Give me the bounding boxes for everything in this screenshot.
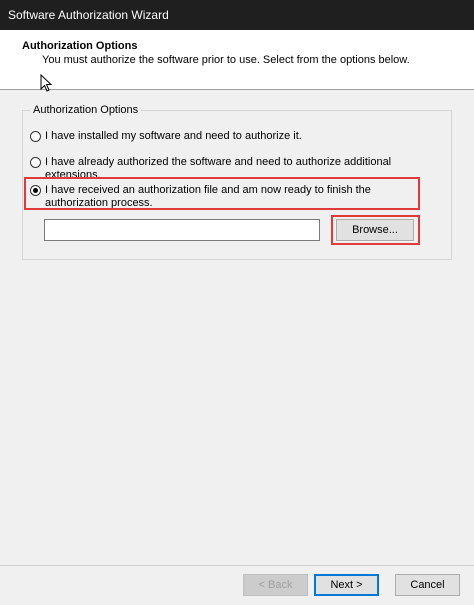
header-subtitle: You must authorize the software prior to… [42,54,410,66]
radio-button[interactable] [30,157,41,168]
back-button[interactable]: < Back [243,574,308,596]
group-legend: Authorization Options [30,104,142,116]
footer-divider [0,565,474,566]
radio-button[interactable] [30,131,41,142]
cancel-button[interactable]: Cancel [395,574,460,596]
next-button[interactable]: Next > [314,574,379,596]
authorization-file-path-input[interactable] [44,219,320,241]
header-title: Authorization Options [22,40,138,52]
option-label: I have installed my software and need to… [45,130,302,142]
mouse-pointer-icon [40,74,52,92]
window-title: Software Authorization Wizard [8,8,169,22]
highlight-box-browse [331,215,420,245]
wizard-header: Authorization Options You must authorize… [0,30,474,90]
title-bar: Software Authorization Wizard [0,0,474,30]
highlight-box-option [24,177,420,210]
